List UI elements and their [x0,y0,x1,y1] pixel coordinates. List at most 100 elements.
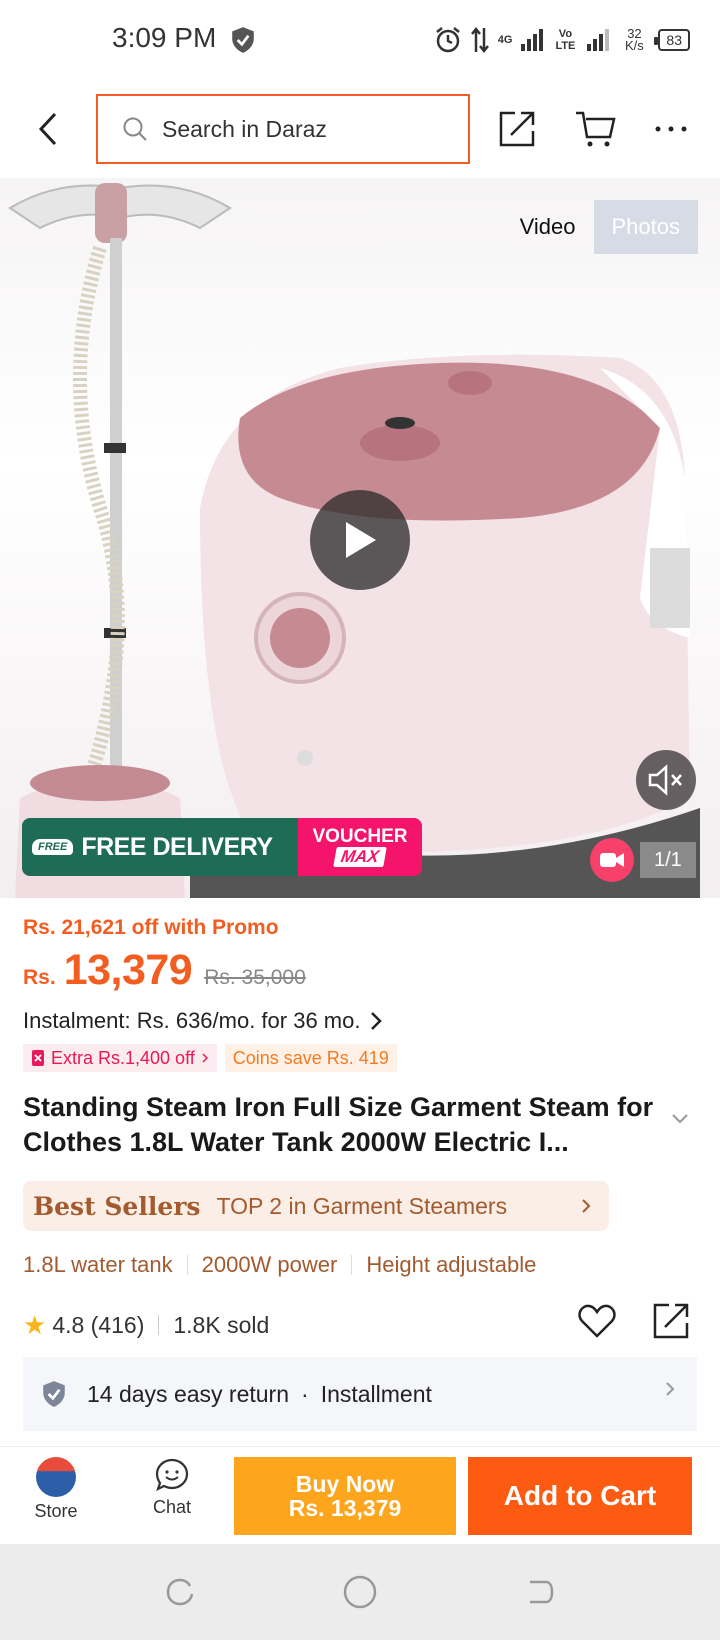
bottom-action-bar: Store Chat Buy Now Rs. 13,379 Add to Car… [0,1446,720,1544]
speaker-muted-icon [648,764,682,796]
free-delivery-label: FREE DELIVERY [81,832,273,861]
extra-off-tag[interactable]: Extra Rs.1,400 off [23,1044,217,1072]
star-icon: ★ [23,1309,47,1340]
divider [351,1255,353,1275]
installment-service: Installment [320,1380,432,1407]
data-arrows-icon [470,26,489,54]
search-icon [123,117,147,141]
search-placeholder: Search in Daraz [162,115,327,142]
home-circle-icon [343,1575,377,1609]
buy-now-button[interactable]: Buy Now Rs. 13,379 [234,1457,456,1535]
status-icons: 4G Vo LTE 32 K/s 83 [434,20,690,60]
divider [186,1255,188,1275]
chevron-down-icon[interactable] [672,1114,688,1124]
status-bar: 3:09 PM 4G Vo LTE 32 K/s 83 [0,0,720,80]
chevron-right-small-icon [202,1053,208,1063]
more-icon [655,126,687,132]
current-price: 13,379 [63,946,193,994]
chevron-right-icon [582,1199,591,1213]
more-button[interactable] [648,106,694,152]
recents-icon [166,1578,194,1606]
feature-item: 1.8L water tank [23,1252,173,1277]
tab-photos[interactable]: Photos [593,200,698,254]
buy-now-price: Rs. 13,379 [288,1495,402,1521]
voucher-max-badge: VOUCHER MAX [298,818,422,876]
video-live-button[interactable] [590,838,634,882]
mute-button[interactable] [636,750,696,810]
alarm-icon [435,27,460,53]
coins-tag[interactable]: Coins save Rs. 419 [224,1044,397,1072]
wishlist-button[interactable] [578,1303,616,1345]
system-nav-bar [0,1544,720,1640]
separator-dot: · [301,1380,309,1407]
search-input[interactable]: Search in Daraz [96,94,470,164]
top-bar: Search in Daraz [0,80,720,178]
shield-icon [232,27,254,53]
image-counter: 1/1 [640,842,696,878]
voucher-max-label: MAX [333,847,387,867]
rating-value[interactable]: 4.8 (416) [52,1312,144,1339]
original-price: Rs. 35,000 [204,966,306,989]
divider [158,1315,160,1335]
promo-discount-text: Rs. 21,621 off with Promo [23,916,279,939]
price-currency: Rs. [23,966,56,989]
video-camera-icon [600,853,624,867]
add-to-cart-button[interactable]: Add to Cart [468,1457,692,1535]
return-policy: 14 days easy return [87,1380,290,1407]
promo-banner: FREE FREE DELIVERY VOUCHER MAX [22,818,422,876]
signal-icon-2 [587,29,610,51]
back-nav-button[interactable] [520,1572,560,1612]
product-title: Standing Steam Iron Full Size Garment St… [23,1092,654,1157]
network-4g-label: 4G [497,34,513,46]
tab-video[interactable]: Video [502,200,594,254]
instalment-link[interactable]: Instalment: Rs. 636/mo. for 36 mo. [23,1008,383,1034]
heart-icon [578,1304,616,1338]
free-delivery-badge: FREE FREE DELIVERY [22,818,298,876]
chevron-right-icon [666,1382,675,1396]
signal-icon [521,29,544,51]
cart-button[interactable] [572,106,618,152]
chat-button[interactable]: Chat [132,1457,212,1518]
best-seller-banner[interactable]: Best Sellers TOP 2 in Garment Steamers [23,1181,609,1231]
media-tabs: Video Photos [502,200,698,254]
share-product-button[interactable] [651,1301,691,1347]
back-button[interactable] [28,106,68,152]
battery-indicator: 83 [654,29,690,51]
sold-count: 1.8K sold [173,1311,270,1338]
volte-label: Vo LTE [555,28,576,52]
feature-item: 2000W power [201,1252,338,1277]
product-gallery[interactable]: Video Photos FREE FREE DELIVERY VOUCHER … [0,178,720,898]
price-row: Rs. 13,379 Rs. 35,000 [23,946,306,995]
chevron-right-icon [371,1012,383,1030]
promo-tags: Extra Rs.1,400 off Coins save Rs. 419 [23,1044,397,1072]
chat-icon [155,1458,189,1492]
feature-highlights: 1.8L water tank 2000W power Height adjus… [23,1252,536,1278]
free-truck-icon: FREE [32,839,74,855]
recents-button[interactable] [160,1572,200,1612]
buy-now-label: Buy Now [295,1471,395,1497]
extra-off-label: Extra Rs.1,400 off [51,1047,195,1068]
store-button[interactable]: Store [16,1457,96,1522]
chevron-left-icon [38,112,57,146]
best-seller-rank: TOP 2 in Garment Steamers [216,1192,508,1219]
shield-check-icon [43,1381,65,1407]
status-time: 3:09 PM [112,22,217,53]
home-button[interactable] [340,1572,380,1612]
share-icon [499,111,535,147]
coupon-icon [32,1050,44,1066]
chat-label: Chat [152,1497,192,1517]
back-nav-icon [530,1580,554,1604]
share-icon [653,1303,689,1339]
play-icon [346,522,376,558]
best-sellers-logo: Best Sellers [33,1191,201,1221]
rating-row: ★ 4.8 (416) 1.8K sold [23,1303,697,1345]
cart-icon [576,111,616,147]
share-button[interactable] [494,106,540,152]
service-row[interactable]: 14 days easy return · Installment [23,1357,697,1431]
network-speed: 32 K/s [625,26,644,53]
feature-item: Height adjustable [366,1252,537,1277]
store-avatar [36,1457,76,1497]
voucher-label: VOUCHER [312,826,408,847]
store-label: Store [34,1501,78,1521]
play-button[interactable] [310,490,410,590]
